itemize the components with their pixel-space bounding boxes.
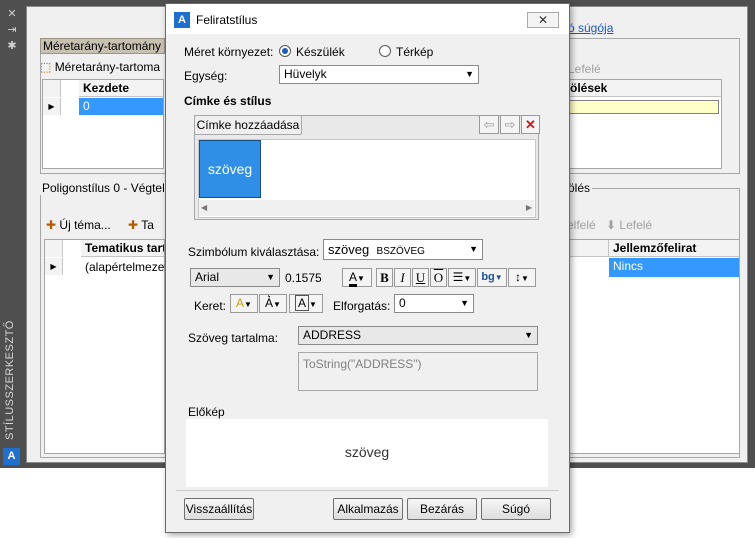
font-select[interactable]: Arial ▼	[190, 268, 280, 287]
symbol-select[interactable]: szöveg BSZÖVEG ▼	[323, 239, 483, 260]
arrow-down-icon: ⬇	[606, 218, 617, 232]
move-up-button[interactable]: elfelé	[567, 218, 596, 232]
chevron-down-icon: ▼	[469, 244, 478, 254]
toolbar-button-2[interactable]: ✚ Ta	[128, 218, 154, 232]
underline-icon[interactable]: U	[412, 268, 429, 287]
col-header-theme[interactable]: Tematikus tart	[81, 240, 164, 257]
label-style-dialog: A Feliratstílus ✕ Méret környezet: Készü…	[165, 3, 570, 533]
font-color-button[interactable]: A▼	[342, 268, 372, 287]
font-color-icon: A	[349, 270, 358, 287]
theme-default-cell[interactable]: (alapértelmezet	[85, 260, 168, 274]
dialog-titlebar[interactable]: A Feliratstílus ✕	[166, 4, 569, 34]
fill-preview-cell[interactable]	[569, 100, 719, 114]
col-header-start[interactable]: Kezdete	[79, 80, 163, 97]
radio-device[interactable]	[279, 45, 291, 57]
move-left-icon[interactable]: ⇦	[479, 115, 499, 134]
halo-icon: A͛	[265, 296, 274, 310]
bold-icon[interactable]: B	[376, 268, 393, 287]
frame-button[interactable]: A ▼	[289, 294, 323, 313]
preview-area: szöveg	[186, 419, 548, 487]
align-button[interactable]: ☰▼	[448, 268, 476, 287]
preview-label: Előkép	[188, 405, 225, 419]
palette-strip-controls[interactable]: ✕ ⇥ ✱	[5, 6, 19, 54]
radio-map[interactable]	[379, 45, 391, 57]
help-button[interactable]: Súgó	[481, 498, 551, 520]
pin-icon[interactable]: ⇥	[5, 22, 19, 38]
symbol-label: Szimbólum kiválasztása:	[188, 245, 320, 259]
expression-field[interactable]: ToString("ADDRESS")	[298, 352, 538, 391]
row-selector-icon[interactable]: ▶	[43, 98, 61, 115]
close-icon[interactable]: ✕	[5, 6, 19, 22]
scale-grid-left: Kezdete ▶ 0	[42, 79, 164, 169]
overline-icon[interactable]: O	[430, 268, 447, 287]
content-select[interactable]: ADDRESS ▼	[298, 326, 538, 345]
palette-side-strip: ✕ ⇥ ✱ STÍLUSSZERKESZTŐ A	[0, 0, 24, 468]
scale-start-cell[interactable]: 0	[79, 98, 163, 115]
row-selector-icon[interactable]: ▶	[45, 258, 63, 275]
help-link[interactable]: ó súgója	[568, 21, 613, 35]
border-color-icon: A	[236, 296, 245, 310]
theme-grid-right: Jellemzőfelirat Nincs	[565, 239, 740, 454]
scale-move-down[interactable]: Lefelé	[568, 62, 601, 76]
delete-icon[interactable]: ✕	[521, 115, 540, 134]
dialog-title: Feliratstílus	[196, 13, 258, 27]
move-right-icon[interactable]: ⇨	[500, 115, 520, 134]
chevron-down-icon: ▼	[266, 272, 275, 282]
label-list-scrollbar[interactable]: ◀ ▶	[199, 200, 534, 216]
chevron-down-icon: ▼	[460, 298, 469, 308]
background-button[interactable]: bg▼	[477, 268, 507, 287]
background-icon: bg	[481, 271, 495, 283]
size-env-label: Méret környezet:	[184, 45, 274, 59]
col-header-fills[interactable]: ölések	[566, 80, 721, 97]
scale-range-tab[interactable]: Méretarány-tartomány	[40, 38, 165, 54]
move-down-button[interactable]: ⬇ Lefelé	[606, 218, 652, 232]
line-spacing-button[interactable]: ↕▼	[508, 268, 536, 287]
chevron-down-icon: ▼	[465, 69, 474, 79]
new-theme-icon: ✚	[46, 218, 57, 232]
radio-device-label[interactable]: Készülék	[296, 45, 345, 59]
new-theme-button[interactable]: ✚ Új téma...	[46, 218, 111, 232]
preview-text: szöveg	[344, 444, 390, 460]
theme-grid-left: Tematikus tart ▶ (alapértelmezet	[44, 239, 168, 454]
col-header-blank	[566, 240, 608, 257]
unit-select[interactable]: Hüvelyk ▼	[279, 65, 479, 84]
font-size-input[interactable]: 0.1575	[285, 271, 322, 285]
scale-toolbar[interactable]: ⬚ Méretarány-tartoma	[40, 60, 160, 74]
app-logo-icon: A	[174, 12, 190, 28]
border-label: Keret:	[194, 299, 227, 313]
palette-title: STÍLUSSZERKESZTŐ	[4, 320, 16, 440]
apply-button[interactable]: Alkalmazás	[333, 498, 403, 520]
divider	[176, 490, 559, 491]
unit-label: Egység:	[184, 69, 228, 83]
scroll-right-icon[interactable]: ▶	[526, 203, 532, 212]
add-label-button[interactable]: Címke hozzáadása	[194, 115, 302, 135]
label-tile[interactable]: szöveg	[199, 140, 261, 198]
rotation-select[interactable]: 0 ▼	[394, 294, 474, 313]
close-dialog-button[interactable]: Bezárás	[407, 498, 477, 520]
radio-map-label[interactable]: Térkép	[396, 45, 433, 59]
grid-corner	[43, 80, 61, 97]
rotation-label: Elforgatás:	[333, 299, 391, 313]
italic-icon[interactable]: I	[394, 268, 411, 287]
grid-corner	[45, 240, 63, 257]
chevron-down-icon: ▼	[524, 330, 533, 340]
polygon-style-title: Poligonstílus 0 - Végtel	[40, 181, 167, 195]
col-header-feature-label[interactable]: Jellemzőfelirat	[608, 240, 739, 257]
app-logo-icon: A	[3, 448, 20, 465]
label-style-section-title: Címke és stílus	[184, 94, 272, 108]
align-icon: ☰	[452, 270, 464, 284]
scroll-left-icon[interactable]: ◀	[201, 203, 207, 212]
reset-button[interactable]: Visszaállítás	[184, 498, 254, 520]
close-button[interactable]: ✕	[527, 12, 559, 28]
halo-button[interactable]: A͛▼	[259, 294, 287, 313]
border-color-button[interactable]: A▼	[230, 294, 258, 313]
content-label: Szöveg tartalma:	[188, 331, 279, 345]
add-scale-icon: ⬚	[40, 60, 52, 74]
add-rule-icon: ✚	[128, 218, 139, 232]
frame-icon: A	[295, 295, 310, 311]
feature-label-cell[interactable]: Nincs	[609, 258, 739, 277]
settings-icon[interactable]: ✱	[5, 38, 19, 54]
scale-grid-right: ölések	[565, 79, 722, 169]
